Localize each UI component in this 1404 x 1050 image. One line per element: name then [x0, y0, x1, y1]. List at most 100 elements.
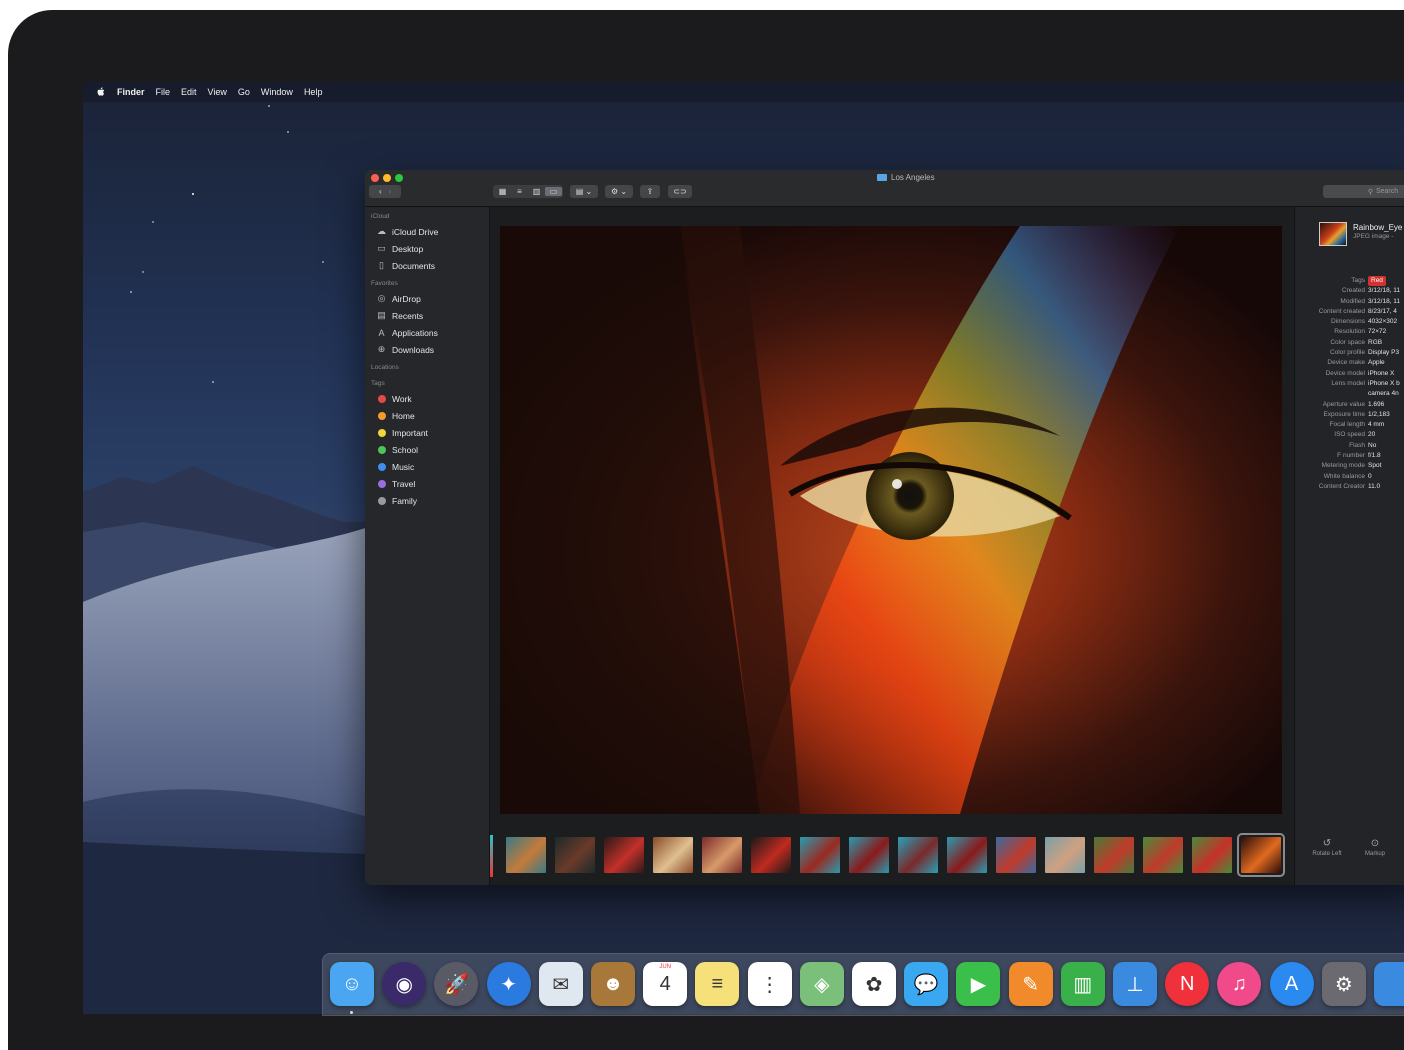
share-button[interactable]: ⇪ [640, 185, 660, 198]
sidebar-tag-travel[interactable]: Travel [365, 475, 489, 492]
app-store-icon[interactable]: A [1269, 962, 1314, 1006]
action-button[interactable]: ⚙ ⌄ [605, 185, 633, 198]
thumbnail[interactable] [1143, 837, 1183, 873]
sidebar-item-recents[interactable]: ▤ Recents [365, 307, 489, 324]
metadata-row: Device make Apple [1295, 358, 1404, 368]
keynote-icon[interactable]: ⊥ [1113, 962, 1157, 1006]
safari-icon[interactable]: ✦ [486, 962, 531, 1006]
back-forward-buttons[interactable]: ‹ › [369, 185, 401, 198]
menu-help[interactable]: Help [304, 87, 323, 97]
list-view-icon[interactable]: ≡ [511, 187, 528, 196]
thumbnail[interactable] [800, 837, 840, 873]
dock-icon-glyph: ▶ [970, 973, 987, 996]
sidebar: iCloud ☁ iCloud Drive ▭ Desktop ▯ Docume… [365, 207, 490, 885]
sidebar-item-documents[interactable]: ▯ Documents [365, 257, 489, 274]
launchpad-icon[interactable]: 🚀 [434, 962, 479, 1006]
thumbnail[interactable] [849, 837, 889, 873]
sidebar-item-label: Recents [392, 310, 424, 321]
back-arrow-icon[interactable]: ‹ [379, 187, 382, 196]
thumbnail[interactable] [751, 837, 791, 873]
thumbnail[interactable] [604, 837, 644, 873]
share-icon: ⇪ [646, 187, 654, 196]
column-view-icon[interactable]: ▥ [528, 187, 545, 196]
reminders-icon[interactable]: ⋮ [747, 962, 792, 1006]
news-icon[interactable]: N [1165, 962, 1210, 1006]
metadata-key: Exposure time [1323, 410, 1365, 418]
close-button[interactable] [371, 174, 379, 182]
sidebar-item-downloads[interactable]: ⊕ Downloads [365, 341, 489, 358]
downloads-stack-icon[interactable] [1374, 962, 1404, 1006]
forward-arrow-icon[interactable]: › [388, 187, 391, 196]
thumbnail[interactable] [1045, 837, 1085, 873]
thumbnail[interactable] [996, 837, 1036, 873]
sidebar-item-icloud-drive[interactable]: ☁ iCloud Drive [365, 223, 489, 240]
menu-go[interactable]: Go [238, 87, 250, 97]
metadata-row: Exposure time 1/2,183 [1295, 410, 1404, 420]
tags-button[interactable]: ⊂⊃ [668, 185, 692, 198]
photos-icon[interactable]: ✿ [852, 962, 896, 1006]
metadata-row: camera 4n [1295, 389, 1404, 399]
thumbnail[interactable] [947, 837, 987, 873]
sidebar-item-desktop[interactable]: ▭ Desktop [365, 240, 489, 257]
facetime-icon[interactable]: ▶ [956, 962, 1001, 1006]
thumbnail[interactable] [898, 837, 938, 873]
metadata-value: 72×72 [1368, 328, 1387, 336]
thumbnail[interactable] [653, 837, 693, 873]
itunes-icon[interactable]: ♫ [1217, 962, 1262, 1006]
system-preferences-icon[interactable]: ⚙ [1321, 962, 1366, 1006]
sidebar-item-airdrop[interactable]: ◎ AirDrop [365, 290, 489, 307]
contacts-icon[interactable]: ☻ [591, 962, 635, 1006]
minimize-button[interactable] [383, 174, 391, 182]
view-mode-control[interactable]: ▦ ≡ ▥ ▭ [493, 185, 563, 198]
sidebar-item-applications[interactable]: A Applications [365, 324, 489, 341]
pages-icon[interactable]: ✎ [1008, 962, 1053, 1006]
thumbnail[interactable] [1192, 837, 1232, 873]
mail-icon[interactable]: ✉ [538, 962, 583, 1006]
sidebar-tag-family[interactable]: Family [365, 492, 489, 509]
metadata-row: Focal length 4 mm [1295, 420, 1404, 430]
menu-view[interactable]: View [208, 87, 227, 97]
dock-icon-glyph: 4 [659, 972, 671, 995]
menu-file[interactable]: File [156, 87, 171, 97]
downloads-icon: ⊕ [377, 344, 386, 354]
metadata-row: Lens model iPhone X b [1295, 379, 1404, 389]
sidebar-tag-work[interactable]: Work [365, 390, 489, 407]
menu-edit[interactable]: Edit [181, 87, 197, 97]
preview-image[interactable] [500, 226, 1282, 814]
gallery-view-icon[interactable]: ▭ [545, 187, 562, 196]
metadata-value: iPhone X b [1368, 379, 1400, 387]
group-by-button[interactable]: ▤ ⌄ [570, 185, 598, 198]
sidebar-tag-home[interactable]: Home [365, 407, 489, 424]
menu-window[interactable]: Window [261, 87, 293, 97]
messages-icon[interactable]: 💬 [904, 962, 949, 1006]
calendar-icon[interactable]: JUN 4 [643, 962, 688, 1006]
sidebar-tag-important[interactable]: Important [365, 424, 489, 441]
sidebar-header-favorites: Favorites [371, 280, 398, 287]
tag-color-dot [378, 428, 386, 437]
apple-menu-icon[interactable] [95, 86, 107, 98]
maps-icon[interactable]: ◈ [799, 962, 844, 1006]
sidebar-item-label: AirDrop [392, 293, 421, 304]
markup-button[interactable]: ⊙ Markup [1353, 838, 1397, 857]
siri-icon[interactable]: ◉ [382, 962, 427, 1006]
thumbnail[interactable] [555, 837, 595, 873]
metadata-row: ISO speed 20 [1295, 430, 1404, 440]
sidebar-tag-school[interactable]: School [365, 441, 489, 458]
menu-app-name[interactable]: Finder [117, 87, 145, 97]
finder-icon[interactable]: ☺ [330, 962, 374, 1006]
tag-color-dot [378, 496, 386, 505]
thumbnail-selected[interactable] [1237, 833, 1285, 877]
search-field[interactable]: ⚲ Search [1323, 185, 1404, 198]
zoom-button[interactable] [395, 174, 403, 182]
metadata-key: Focal length [1329, 421, 1365, 429]
icon-view-icon[interactable]: ▦ [494, 187, 511, 196]
rotate-left-button[interactable]: ↺ Rotate Left [1305, 838, 1349, 857]
metadata-row: Dimensions 4032×302 [1295, 317, 1404, 327]
thumbnail[interactable] [702, 837, 742, 873]
thumbnail[interactable] [506, 837, 546, 873]
metadata-key [1295, 389, 1368, 399]
notes-icon[interactable]: ≡ [695, 962, 740, 1006]
thumbnail[interactable] [1094, 837, 1134, 873]
numbers-icon[interactable]: ▥ [1060, 962, 1105, 1006]
sidebar-tag-music[interactable]: Music [365, 458, 489, 475]
